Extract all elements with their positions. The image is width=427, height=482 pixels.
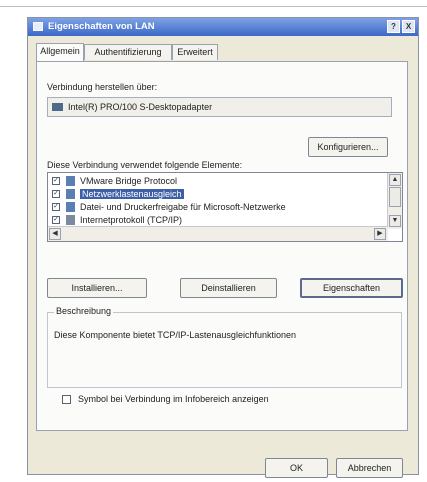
tab-authentication[interactable]: Authentifizierung bbox=[84, 44, 172, 60]
scroll-left-icon[interactable]: ◀ bbox=[49, 228, 61, 240]
component-checkbox[interactable]: ✓ bbox=[52, 216, 60, 224]
connect-using-label: Verbindung herstellen über: bbox=[47, 82, 158, 92]
title-bar[interactable]: Eigenschaften von LAN ? X bbox=[28, 18, 418, 36]
component-checkbox[interactable]: ✓ bbox=[52, 190, 60, 198]
vertical-scrollbar[interactable]: ▲ ▼ bbox=[387, 173, 402, 229]
tab-general[interactable]: Allgemein bbox=[36, 43, 84, 61]
network-protocol-icon bbox=[66, 176, 75, 186]
show-icon-label[interactable]: Symbol bei Verbindung im Infobereich anz… bbox=[78, 394, 269, 404]
scroll-right-icon[interactable]: ▶ bbox=[374, 228, 386, 240]
help-button[interactable]: ? bbox=[387, 20, 400, 33]
horizontal-scrollbar[interactable]: ◀ ▶ bbox=[48, 226, 388, 241]
component-label: Netzwerklastenausgleich bbox=[80, 189, 184, 199]
show-icon-checkbox[interactable] bbox=[62, 395, 71, 404]
components-label: Diese Verbindung verwendet folgende Elem… bbox=[47, 160, 243, 170]
tab-advanced[interactable]: Erweitert bbox=[172, 44, 218, 60]
uninstall-button[interactable]: Deinstallieren bbox=[180, 278, 277, 298]
scroll-thumb[interactable] bbox=[389, 187, 401, 207]
component-label: Datei- und Druckerfreigabe für Microsoft… bbox=[80, 202, 286, 212]
scroll-up-icon[interactable]: ▲ bbox=[389, 174, 401, 186]
list-item-file-printer-sharing[interactable]: ✓ Datei- und Druckerfreigabe für Microso… bbox=[52, 201, 382, 214]
description-group: Beschreibung Diese Komponente bietet TCP… bbox=[47, 306, 402, 388]
scroll-down-icon[interactable]: ▼ bbox=[389, 215, 401, 227]
component-label: VMware Bridge Protocol bbox=[80, 176, 178, 186]
network-service-icon bbox=[66, 202, 75, 212]
components-list[interactable]: ✓ VMware Bridge Protocol ✓ Netzwerklaste… bbox=[47, 172, 403, 242]
description-title: Beschreibung bbox=[54, 306, 114, 316]
network-connection-icon bbox=[33, 22, 43, 31]
component-label: Internetprotokoll (TCP/IP) bbox=[80, 215, 183, 225]
adapter-name: Intel(R) PRO/100 S-Desktopadapter bbox=[68, 102, 213, 112]
top-divider-line bbox=[0, 6, 427, 7]
list-item-vmware-bridge[interactable]: ✓ VMware Bridge Protocol bbox=[52, 175, 382, 188]
cancel-button[interactable]: Abbrechen bbox=[336, 458, 403, 478]
list-item-load-balancing[interactable]: ✓ Netzwerklastenausgleich bbox=[52, 188, 382, 201]
install-button[interactable]: Installieren... bbox=[47, 278, 147, 298]
component-checkbox[interactable]: ✓ bbox=[52, 177, 60, 185]
description-text: Diese Komponente bietet TCP/IP-Lastenaus… bbox=[54, 330, 296, 340]
network-adapter-icon bbox=[52, 103, 63, 111]
dialog-title: Eigenschaften von LAN bbox=[48, 21, 155, 32]
close-button[interactable]: X bbox=[402, 20, 415, 33]
protocol-icon bbox=[66, 215, 75, 225]
properties-dialog: Eigenschaften von LAN ? X Allgemein Auth… bbox=[27, 17, 419, 478]
configure-button[interactable]: Konfigurieren... bbox=[308, 137, 388, 157]
adapter-field: Intel(R) PRO/100 S-Desktopadapter bbox=[47, 97, 392, 117]
ok-button[interactable]: OK bbox=[265, 458, 328, 478]
properties-button[interactable]: Eigenschaften bbox=[300, 278, 403, 298]
network-service-icon bbox=[66, 189, 75, 199]
component-checkbox[interactable]: ✓ bbox=[52, 203, 60, 211]
